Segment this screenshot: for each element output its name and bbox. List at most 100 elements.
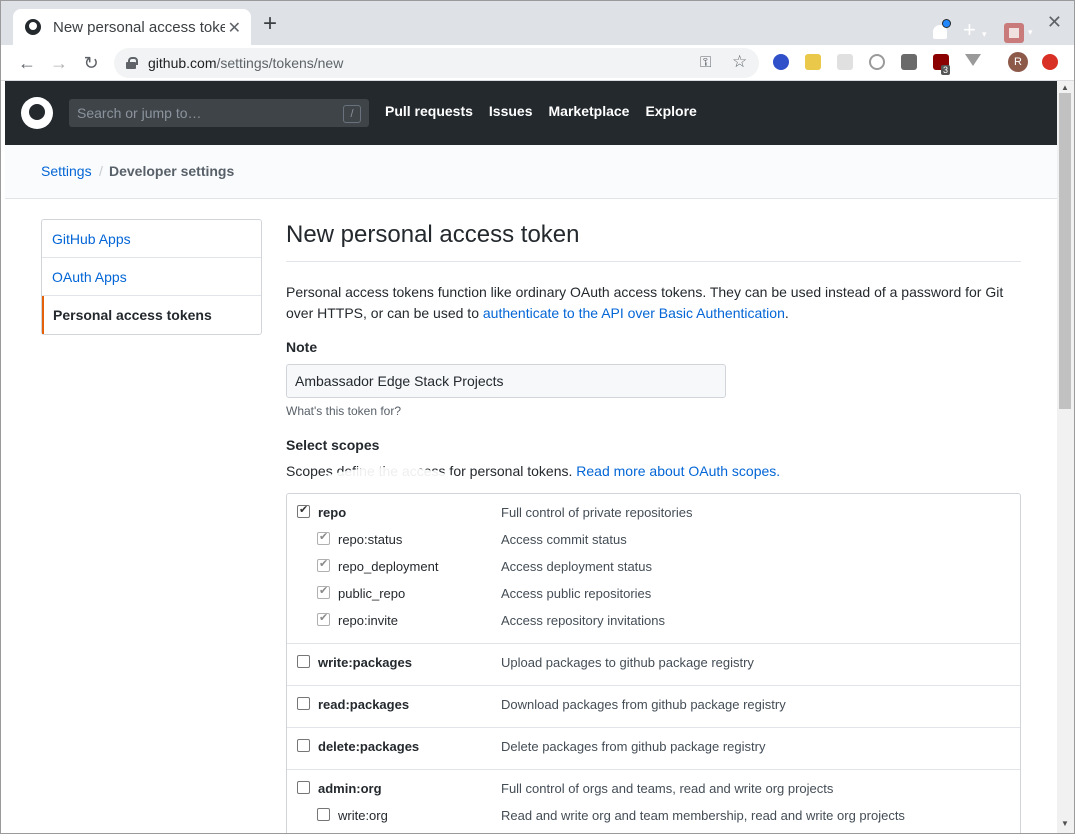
url-host: github.com (148, 55, 217, 71)
scope-name[interactable]: repo (318, 505, 346, 520)
back-button[interactable]: ← (15, 51, 39, 75)
scope-checkbox[interactable] (317, 611, 330, 626)
sidebar-item-personal-access-tokens[interactable]: Personal access tokens (42, 296, 261, 334)
nav-issues[interactable]: Issues (489, 103, 533, 119)
breadcrumb-settings-link[interactable]: Settings (41, 163, 92, 179)
scope-description: Access deployment status (501, 559, 653, 574)
main-content: New personal access token Personal acces… (286, 221, 1021, 479)
scroll-down-arrow-icon[interactable]: ▼ (1061, 819, 1069, 828)
scope-checkbox[interactable] (317, 557, 330, 572)
scope-description: Access repository invitations (501, 613, 666, 628)
intro-end: . (784, 305, 789, 321)
bookmark-star-icon[interactable]: ☆ (732, 52, 747, 72)
sidebar-item-oauth-apps[interactable]: OAuth Apps (42, 258, 261, 296)
extension-history-icon[interactable] (869, 54, 885, 70)
reload-button[interactable]: ↻ (79, 51, 103, 75)
extension-badge: 3 (941, 65, 951, 75)
chevron-down-icon: ▾ (981, 29, 987, 39)
window-close-button[interactable]: ✕ (1047, 12, 1062, 33)
scope-name[interactable]: repo_deployment (338, 559, 438, 574)
search-placeholder: Search or jump to… (77, 105, 202, 121)
breadcrumb-current: Developer settings (109, 163, 235, 179)
scope-description: Full control of private repositories (501, 505, 693, 520)
tab-close-icon[interactable]: ✕ (228, 18, 241, 38)
header-nav: Pull requests Issues Marketplace Explore (385, 103, 697, 119)
breadcrumb: Settings / Developer settings (5, 145, 1057, 199)
scope-checkbox[interactable] (317, 530, 330, 545)
create-new-menu-button[interactable]: + ▾ (963, 17, 987, 43)
scope-name[interactable]: read:packages (318, 697, 409, 712)
scope-group: read:packages Download packages from gith… (287, 686, 1020, 728)
search-input[interactable]: Search or jump to… / (69, 99, 369, 127)
scope-group: delete:packages Delete packages from gith… (287, 728, 1020, 770)
scope-description: Delete packages from github package regi… (501, 739, 766, 754)
scope-row: read:packages Download packages from gith… (287, 694, 1020, 721)
scope-name[interactable]: write:packages (318, 655, 412, 670)
breadcrumb-separator: / (99, 163, 103, 179)
address-bar[interactable]: github.com/settings/tokens/new ⚿ ☆ (114, 48, 759, 78)
scope-checkbox[interactable] (317, 584, 330, 599)
github-logo-icon[interactable] (21, 97, 53, 129)
scope-name[interactable]: admin:org (318, 781, 382, 796)
scopes-list: repo Full control of private repositories… (286, 493, 1021, 833)
scope-description: Upload packages to github package regist… (501, 655, 754, 670)
scope-checkbox[interactable] (297, 781, 310, 794)
tab-strip: New personal access token ✕ + ✕ (1, 1, 1074, 45)
scrollbar-thumb[interactable] (1059, 93, 1071, 409)
nav-explore[interactable]: Explore (645, 103, 696, 119)
plus-icon: + (963, 17, 976, 42)
extension-resize-icon[interactable] (901, 54, 917, 70)
lock-icon (126, 57, 138, 69)
scope-description: Read and write org and team membership, … (501, 808, 905, 823)
scope-row: admin:org Full control of orgs and teams,… (287, 778, 1020, 805)
extension-r-icon[interactable] (805, 54, 821, 70)
browser-window: New personal access token ✕ + ✕ ← → ↻ gi… (0, 0, 1075, 834)
new-tab-button[interactable]: + (263, 12, 277, 36)
extension-update-icon[interactable] (1042, 54, 1058, 70)
note-hint: What's this token for? (286, 404, 402, 418)
scope-checkbox[interactable] (297, 655, 310, 668)
scope-name[interactable]: write:org (338, 808, 388, 823)
scope-description: Access commit status (501, 532, 627, 547)
browser-tab[interactable]: New personal access token ✕ (13, 9, 251, 45)
extension-f-icon[interactable] (773, 54, 789, 70)
profile-avatar[interactable]: R (1008, 52, 1028, 72)
scopes-heading: Select scopes (286, 437, 380, 453)
tab-title: New personal access token (53, 18, 225, 36)
extension-grid-icon[interactable] (837, 54, 853, 70)
extension-v-icon[interactable] (965, 54, 981, 66)
forward-button[interactable]: → (47, 51, 71, 75)
nav-pull-requests[interactable]: Pull requests (385, 103, 473, 119)
key-icon[interactable]: ⚿ (700, 54, 711, 71)
scope-name[interactable]: public_repo (338, 586, 405, 601)
nav-marketplace[interactable]: Marketplace (549, 103, 630, 119)
note-input[interactable]: Ambassador Edge Stack Projects (286, 364, 726, 398)
scope-row: repo:status Access commit status (287, 529, 1020, 556)
scope-row: write:packages Upload packages to github … (287, 652, 1020, 679)
scope-checkbox[interactable] (297, 503, 310, 518)
avatar-chevron-down-icon[interactable]: ▾ (1028, 27, 1033, 38)
user-avatar[interactable] (1004, 23, 1024, 43)
oauth-scopes-link[interactable]: Read more about OAuth scopes. (576, 463, 780, 479)
scope-checkbox[interactable] (297, 697, 310, 710)
scope-row: write:org Read and write org and team mem… (287, 805, 1020, 832)
scope-row: repo_deployment Access deployment status (287, 556, 1020, 583)
scope-checkbox[interactable] (297, 739, 310, 752)
github-header: Search or jump to… / Pull requests Issue… (5, 81, 1057, 145)
scope-name[interactable]: repo:invite (338, 613, 398, 628)
scope-row: repo Full control of private repositories (287, 502, 1020, 529)
notification-unread-dot (942, 19, 951, 28)
scope-group: repo Full control of private repositories… (287, 494, 1020, 644)
page-title: New personal access token (286, 221, 1021, 262)
basic-auth-link[interactable]: authenticate to the API over Basic Authe… (483, 305, 785, 321)
developer-settings-sidebar: GitHub Apps OAuth Apps Personal access t… (41, 219, 262, 335)
sidebar-item-github-apps[interactable]: GitHub Apps (42, 220, 261, 258)
scope-description: Access public repositories (501, 586, 652, 601)
scope-name[interactable]: repo:status (338, 532, 402, 547)
scope-name[interactable]: delete:packages (318, 739, 419, 754)
scope-checkbox[interactable] (317, 808, 330, 821)
github-favicon-icon (25, 19, 41, 35)
scope-description: Full control of orgs and teams, read and… (501, 781, 834, 796)
scroll-up-arrow-icon[interactable]: ▲ (1061, 83, 1069, 92)
search-shortcut-hint: / (343, 105, 361, 123)
